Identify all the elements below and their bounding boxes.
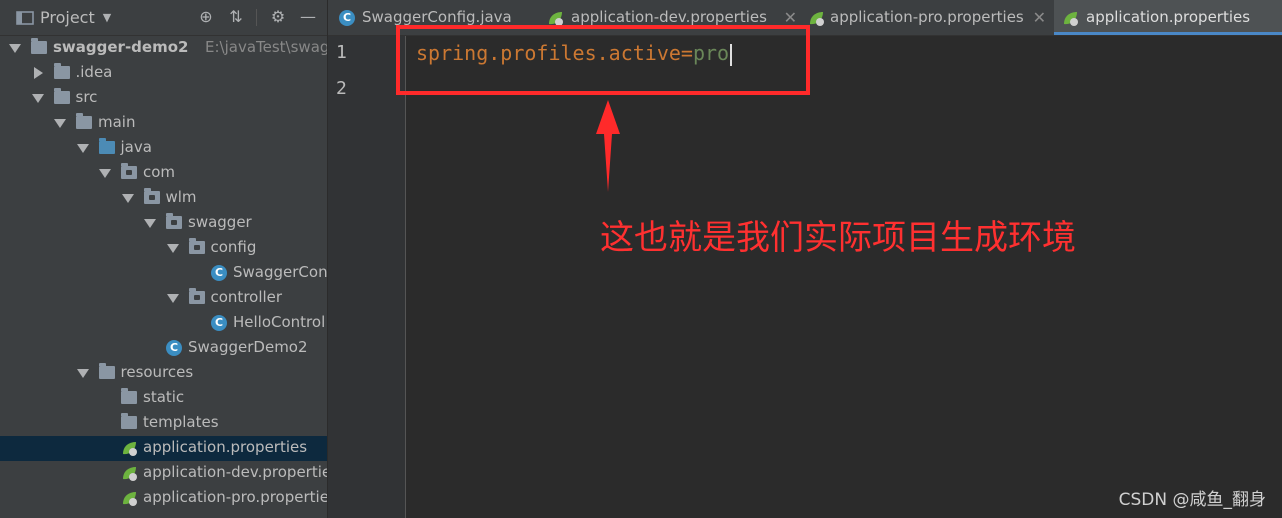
locate-icon[interactable]: ⊕ — [196, 7, 216, 27]
chevron-down-icon[interactable] — [9, 44, 21, 53]
tree-item-label: swagger-demo2 — [53, 38, 189, 56]
tree-item-label: HelloControl — [233, 313, 326, 331]
tree-item-label: .idea — [75, 63, 113, 81]
collapse-all-icon[interactable]: ⇅ — [226, 7, 246, 27]
module-icon — [31, 38, 47, 54]
close-icon[interactable]: ✕ — [1033, 0, 1046, 35]
tree-item-label: application.properties — [143, 438, 308, 456]
class-icon: C — [211, 315, 227, 331]
tab-label: application-pro.properties — [830, 8, 1024, 26]
line-number: 2 — [336, 78, 347, 99]
chevron-down-icon[interactable] — [121, 194, 134, 203]
project-view-icon — [16, 10, 34, 25]
tab-application-pro[interactable]: application-pro.properties ✕ — [804, 0, 1052, 35]
tree-item-label: application-dev.propertie — [143, 463, 327, 481]
tree-item[interactable]: application-dev.propertie — [0, 461, 327, 486]
package-icon — [188, 288, 205, 304]
code-editor[interactable]: spring.profiles.active=pro — [406, 36, 1282, 518]
tree-item[interactable]: config — [0, 236, 327, 261]
tree-item-label: java — [120, 138, 152, 156]
tree-item[interactable]: .idea — [0, 61, 327, 86]
tree-item-label: static — [143, 388, 185, 406]
chevron-down-icon[interactable] — [76, 144, 89, 153]
tree-item[interactable]: C SwaggerCon — [0, 261, 327, 286]
folder-icon — [76, 113, 92, 129]
folder-icon — [98, 138, 115, 154]
project-panel: Project ▼ ⊕ ⇅ ⚙ — swagger-demo2 E:\javaTe… — [0, 0, 327, 518]
chevron-down-icon[interactable] — [31, 94, 44, 103]
folder-icon — [121, 413, 137, 429]
annotation-text: 这也就是我们实际项目生成环境 — [600, 218, 1076, 258]
folder-icon — [98, 363, 115, 379]
tree-item-label: SwaggerCon — [233, 263, 327, 281]
tree-item-label: SwaggerDemo2 — [188, 338, 308, 356]
tree-item[interactable]: resources — [0, 361, 327, 386]
watermark: CSDN @咸鱼_翻身 — [1118, 490, 1266, 510]
highlight-box — [396, 25, 810, 95]
tree-item-label: swagger — [188, 213, 252, 231]
line-number: 1 — [336, 42, 347, 63]
tree-item[interactable]: C HelloControl — [0, 311, 327, 336]
gear-icon[interactable]: ⚙ — [268, 7, 288, 27]
minimize-icon[interactable]: — — [298, 7, 318, 27]
project-view-title[interactable]: Project — [40, 8, 95, 27]
folder-icon — [121, 388, 137, 404]
tree-item[interactable]: com — [0, 161, 327, 186]
class-icon: C — [339, 10, 355, 26]
package-icon — [143, 188, 160, 204]
class-icon: C — [211, 265, 227, 281]
package-icon — [188, 238, 205, 254]
chevron-down-icon[interactable] — [99, 169, 111, 178]
folder-icon — [53, 88, 70, 104]
spring-leaf-icon — [123, 467, 137, 481]
tree-item-label: src — [75, 88, 98, 106]
tree-item[interactable]: application.properties — [0, 436, 327, 461]
chevron-down-icon[interactable] — [144, 219, 156, 228]
chevron-down-icon[interactable] — [76, 369, 89, 378]
folder-icon — [53, 63, 70, 79]
package-icon — [166, 213, 182, 229]
tree-item-label: resources — [120, 363, 194, 381]
tree-item-label: main — [98, 113, 136, 131]
tree-item[interactable]: swagger — [0, 211, 327, 236]
chevron-down-icon[interactable] — [166, 244, 179, 253]
toolbar-divider — [256, 9, 257, 26]
tab-label: application.properties — [1086, 8, 1251, 26]
chevron-down-icon[interactable] — [166, 294, 179, 303]
tree-item-label: com — [143, 163, 176, 181]
tree-item[interactable]: wlm — [0, 186, 327, 211]
tree-item-label: controller — [210, 288, 283, 306]
line-number-gutter: 1 2 — [328, 36, 406, 518]
tree-item[interactable]: application-pro.propertie — [0, 486, 327, 511]
tree-item-label: config — [210, 238, 257, 256]
package-icon — [121, 163, 137, 179]
tab-application[interactable]: application.properties — [1054, 0, 1282, 35]
spring-leaf-icon — [1064, 12, 1078, 26]
tree-item-path: E:\javaTest\swagger — [205, 38, 327, 56]
spring-leaf-icon — [810, 12, 824, 26]
spring-leaf-icon — [123, 492, 137, 506]
spring-class-icon: C — [166, 340, 182, 356]
tree-item[interactable]: main — [0, 111, 327, 136]
tree-item[interactable]: src — [0, 86, 327, 111]
tree-item[interactable]: static — [0, 386, 327, 411]
tree-item[interactable]: java — [0, 136, 327, 161]
tree-item-label: application-pro.propertie — [143, 488, 327, 506]
chevron-down-icon[interactable]: ▼ — [103, 11, 111, 24]
spring-leaf-icon — [123, 442, 137, 456]
tree-item[interactable]: controller — [0, 286, 327, 311]
tree-item-label: templates — [143, 413, 219, 431]
tree-item[interactable]: swagger-demo2 E:\javaTest\swagger — [0, 36, 327, 61]
chevron-right-icon[interactable] — [33, 67, 43, 79]
tree-item[interactable]: C SwaggerDemo2 — [0, 336, 327, 361]
up-arrow-annotation — [596, 100, 620, 192]
project-panel-header: Project ▼ ⊕ ⇅ ⚙ — — [0, 0, 327, 36]
tree-item-label: wlm — [165, 188, 197, 206]
tree-item[interactable]: templates — [0, 411, 327, 436]
chevron-down-icon[interactable] — [54, 119, 66, 128]
